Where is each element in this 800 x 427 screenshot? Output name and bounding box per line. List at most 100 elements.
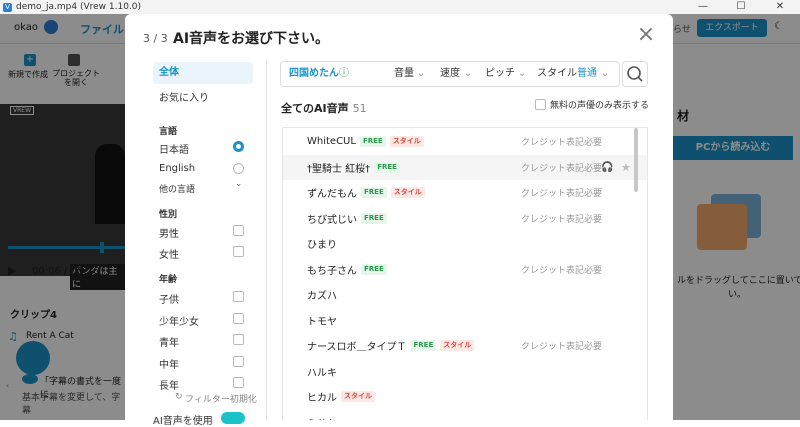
pitch-dropdown[interactable]: ピッチ xyxy=(485,62,515,86)
style-badge: スタイル xyxy=(390,187,425,198)
style-badge: スタイル xyxy=(341,391,375,402)
window-title: demo_ja.mp4 (Vrew 1.10.0) xyxy=(16,2,142,12)
voice-row[interactable]: ずんだもん FREE スタイル クレジット表記必要 xyxy=(283,180,647,205)
voice-row[interactable]: ひまり xyxy=(283,231,647,256)
style-chevron-icon[interactable]: ⌄ xyxy=(601,62,609,86)
voice-row[interactable]: ミサト xyxy=(283,410,647,421)
volume-chevron-icon[interactable]: ⌄ xyxy=(417,62,425,86)
free-only-checkbox[interactable] xyxy=(535,99,546,110)
lang-radio-0[interactable] xyxy=(233,141,244,152)
voice-name: ナースロボ＿タイプＴ xyxy=(307,342,407,353)
ai-voice-modal: 3 / 3 AI音声をお選び下さい。 × 全体 お気に入り 言語 日本語 Eng… xyxy=(125,14,673,427)
credit-required: クレジット表記必要 xyxy=(521,265,603,276)
other-language[interactable]: 他の言語 xyxy=(159,182,195,195)
age-option-4[interactable]: 長年 xyxy=(159,377,179,392)
free-only-filter[interactable]: 無料の声優のみ表示する xyxy=(535,98,649,111)
filter-reset-link[interactable]: フィルター初期化 xyxy=(185,392,257,405)
voice-name: ずんだもん xyxy=(307,189,357,200)
voice-list-title: 全てのAI音声 xyxy=(281,102,349,115)
free-badge: FREE xyxy=(361,187,387,198)
age-option-2[interactable]: 青年 xyxy=(159,334,179,349)
free-badge: FREE xyxy=(359,136,386,147)
voice-name: ヒカル xyxy=(307,393,337,404)
modal-close-icon[interactable]: × xyxy=(635,24,657,46)
voice-row[interactable]: ナースロボ＿タイプＴ FREE スタイル クレジット表記必要 xyxy=(283,333,647,358)
app-icon: V xyxy=(3,2,12,12)
voice-list[interactable]: WhiteCUL FREE スタイル クレジット表記必要 †聖騎士 紅桜† FREE クレジ… xyxy=(282,127,648,420)
panel-divider xyxy=(266,59,267,420)
speed-dropdown[interactable]: 速度 xyxy=(440,62,460,86)
search-icon xyxy=(627,66,643,82)
reset-icon[interactable]: ↻ xyxy=(175,392,183,402)
window-titlebar: V demo_ja.mp4 (Vrew 1.10.0) — ☐ ✕ xyxy=(0,0,800,14)
free-only-label[interactable]: 無料の声優のみ表示する xyxy=(550,98,649,111)
age-checkbox-4[interactable] xyxy=(233,377,244,388)
voice-row[interactable]: ハルキ xyxy=(283,359,647,384)
voice-name: WhiteCUL xyxy=(307,136,356,147)
style-dropdown-value[interactable]: 普通 xyxy=(577,62,597,86)
voice-name: トモヤ xyxy=(307,316,337,328)
voice-name: ミサト xyxy=(307,415,337,421)
voice-settings-bar: 四国めたん ⓘ 音量 ⌄ 速度 ⌄ ピッチ ⌄ スタイル 普通 ⌄ xyxy=(280,61,620,87)
age-checkbox-2[interactable] xyxy=(233,334,244,345)
star-icon[interactable]: ★ xyxy=(621,161,631,174)
gender-option-1[interactable]: 女性 xyxy=(159,246,179,261)
style-dropdown-label[interactable]: スタイル xyxy=(537,62,577,86)
info-icon[interactable]: ⓘ xyxy=(339,62,349,86)
gender-checkbox-0[interactable] xyxy=(233,225,244,236)
age-heading: 年齢 xyxy=(159,275,178,285)
voice-list-header: 全てのAI音声 51 xyxy=(281,100,367,116)
style-badge: スタイル xyxy=(389,136,424,147)
speed-chevron-icon[interactable]: ⌄ xyxy=(464,62,472,86)
lang-option-1[interactable]: English xyxy=(159,163,195,174)
lang-radio-1[interactable] xyxy=(233,163,244,174)
age-option-0[interactable]: 子供 xyxy=(159,291,179,306)
voice-count: 51 xyxy=(352,102,367,115)
free-badge: FREE xyxy=(374,161,400,173)
age-option-1[interactable]: 少年少女 xyxy=(159,313,199,328)
age-checkbox-1[interactable] xyxy=(233,313,244,324)
free-badge: FREE xyxy=(410,340,437,351)
modal-title: AI音声をお選び下さい。 xyxy=(173,31,330,47)
lang-option-0[interactable]: 日本語 xyxy=(159,141,189,156)
voice-name: もち子さん xyxy=(307,265,357,277)
list-scrollbar[interactable] xyxy=(634,128,638,192)
step-indicator: 3 / 3 xyxy=(143,32,168,45)
minimize-button[interactable]: — xyxy=(689,0,717,14)
age-option-3[interactable]: 中年 xyxy=(159,356,179,371)
voice-row[interactable]: WhiteCUL FREE スタイル クレジット表記必要 xyxy=(283,129,647,154)
gender-heading: 性別 xyxy=(159,210,178,220)
pitch-chevron-icon[interactable]: ⌄ xyxy=(518,62,526,86)
credit-required: クレジット表記必要 xyxy=(521,189,603,199)
maximize-button[interactable]: ☐ xyxy=(727,0,755,14)
voice-name: ハルキ xyxy=(307,367,337,379)
age-checkbox-0[interactable] xyxy=(233,291,244,302)
search-button[interactable] xyxy=(622,61,648,87)
headphones-icon[interactable]: 🎧 xyxy=(601,162,613,173)
filter-favorites[interactable]: お気に入り xyxy=(153,88,253,110)
voice-name: †聖騎士 紅桜† xyxy=(307,163,371,175)
volume-dropdown[interactable]: 音量 xyxy=(394,62,414,86)
style-badge: スタイル xyxy=(440,340,475,351)
ai-voice-toggle[interactable] xyxy=(221,412,245,424)
chevron-down-icon[interactable]: ⌄ xyxy=(235,179,243,189)
voice-row[interactable]: もち子さん FREE クレジット表記必要 xyxy=(283,257,647,282)
voice-row[interactable]: カズハ xyxy=(283,282,647,307)
credit-required: クレジット表記必要 xyxy=(521,138,603,148)
free-badge: FREE xyxy=(361,212,387,224)
voice-row[interactable]: †聖騎士 紅桜† FREE クレジット表記必要 🎧 ★ xyxy=(283,154,647,180)
selected-voice-name[interactable]: 四国めたん xyxy=(289,62,339,86)
gender-option-0[interactable]: 男性 xyxy=(159,225,179,240)
age-checkbox-3[interactable] xyxy=(233,356,244,367)
voice-name: ひまり xyxy=(307,240,337,251)
credit-required: クレジット表記必要 xyxy=(521,214,603,225)
gender-checkbox-1[interactable] xyxy=(233,246,244,257)
filter-all[interactable]: 全体 xyxy=(153,62,253,84)
voice-row[interactable]: ヒカル スタイル xyxy=(283,384,647,409)
voice-row[interactable]: トモヤ xyxy=(283,308,647,333)
credit-required: クレジット表記必要 xyxy=(521,163,603,174)
credit-required: クレジット表記必要 xyxy=(521,342,603,352)
voice-name: カズハ xyxy=(307,291,337,302)
voice-row[interactable]: ちび式じい FREE クレジット表記必要 xyxy=(283,206,647,231)
window-close-button[interactable]: ✕ xyxy=(766,0,794,14)
